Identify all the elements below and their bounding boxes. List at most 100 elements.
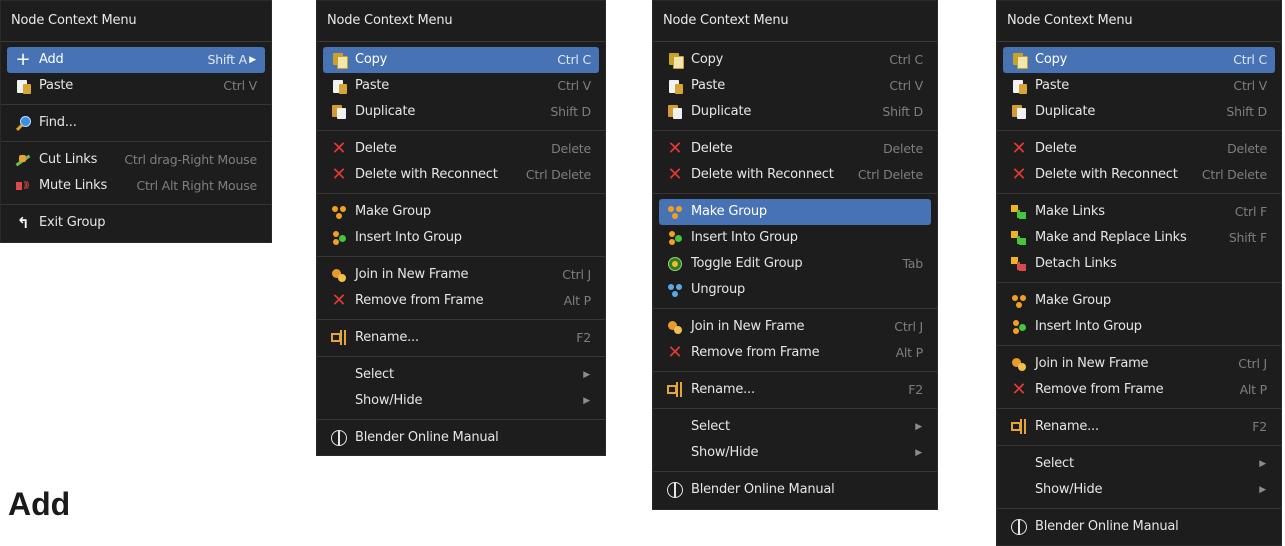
- cut-links-icon: [15, 152, 31, 168]
- menu-item-detach-links[interactable]: Detach Links: [1003, 251, 1275, 277]
- menu-item-paste[interactable]: Paste Ctrl V: [1003, 73, 1275, 99]
- menu-item-make-group[interactable]: Make Group: [659, 199, 931, 225]
- duplicate-icon: [667, 104, 683, 120]
- menu-item-make-links[interactable]: Make Links Ctrl F: [1003, 199, 1275, 225]
- menu-item-join-in-new-frame[interactable]: Join in New Frame Ctrl J: [659, 314, 931, 340]
- menu-item-label: Duplicate: [355, 104, 416, 119]
- menu-item-label: Rename...: [691, 382, 755, 397]
- menu-item-shortcut: Alt P: [895, 345, 924, 360]
- menu-separator: [317, 419, 605, 420]
- menu-item-delete-with-reconnect[interactable]: ✕ Delete with Reconnect Ctrl Delete: [659, 162, 931, 188]
- menu-item-join-in-new-frame[interactable]: Join in New Frame Ctrl J: [1003, 351, 1275, 377]
- manual-icon: [331, 430, 347, 446]
- menu-item-label: Paste: [691, 78, 726, 93]
- menu-item-blender-online-manual[interactable]: Blender Online Manual: [659, 477, 931, 503]
- menu-item-insert-into-group[interactable]: Insert Into Group: [323, 225, 599, 251]
- menu-separator: [653, 130, 937, 131]
- menu-separator: [317, 319, 605, 320]
- submenu-arrow-icon: ▶: [915, 448, 922, 458]
- menu-item-rename[interactable]: Rename... F2: [1003, 414, 1275, 440]
- menu-separator: [1, 141, 271, 142]
- menu-item-label: Join in New Frame: [355, 267, 469, 282]
- menu-item-remove-from-frame[interactable]: ✕ Remove from Frame Alt P: [659, 340, 931, 366]
- delete-icon: ✕: [331, 164, 347, 185]
- menu-item-delete[interactable]: ✕ Delete Delete: [1003, 136, 1275, 162]
- menu-item-make-group[interactable]: Make Group: [1003, 288, 1275, 314]
- menu-item-label: Duplicate: [691, 104, 752, 119]
- menu-item-join-in-new-frame[interactable]: Join in New Frame Ctrl J: [323, 262, 599, 288]
- menu-item-remove-from-frame[interactable]: ✕ Remove from Frame Alt P: [1003, 377, 1275, 403]
- ungroup-icon: [667, 282, 683, 298]
- menu-item-rename[interactable]: Rename... F2: [659, 377, 931, 403]
- menu-item-show-hide[interactable]: Show/Hide ▶: [1003, 477, 1275, 503]
- menu-item-shortcut: F2: [908, 382, 923, 397]
- menu-item-label: Insert Into Group: [1035, 319, 1142, 334]
- menu-item-label: Paste: [355, 78, 390, 93]
- menu-item-paste[interactable]: Paste Ctrl V: [323, 73, 599, 99]
- menu-item-find[interactable]: Find...: [7, 110, 265, 136]
- menu-item-shortcut: Shift A: [207, 52, 247, 67]
- menu-item-rename[interactable]: Rename... F2: [323, 325, 599, 351]
- menu-item-ungroup[interactable]: Ungroup: [659, 277, 931, 303]
- menu-item-label: Show/Hide: [355, 393, 423, 408]
- menu-item-label: Delete with Reconnect: [355, 167, 498, 182]
- menu-item-make-and-replace-links[interactable]: Make and Replace Links Shift F: [1003, 225, 1275, 251]
- menu-title: Node Context Menu: [997, 1, 1281, 42]
- menu-item-show-hide[interactable]: Show/Hide ▶: [323, 388, 599, 414]
- menu-item-delete[interactable]: ✕ Delete Delete: [323, 136, 599, 162]
- menu-item-duplicate[interactable]: Duplicate Shift D: [1003, 99, 1275, 125]
- menu-item-blender-online-manual[interactable]: Blender Online Manual: [323, 425, 599, 451]
- menu-item-copy[interactable]: Copy Ctrl C: [323, 47, 599, 73]
- make-links-icon: [1011, 230, 1027, 246]
- menu-separator: [997, 408, 1281, 409]
- submenu-arrow-icon: ▶: [249, 55, 256, 65]
- menu-title: Node Context Menu: [653, 1, 937, 42]
- menu-item-copy[interactable]: Copy Ctrl C: [1003, 47, 1275, 73]
- menu-item-label: Duplicate: [1035, 104, 1096, 119]
- menu-item-duplicate[interactable]: Duplicate Shift D: [323, 99, 599, 125]
- menu-item-insert-into-group[interactable]: Insert Into Group: [1003, 314, 1275, 340]
- delete-icon: ✕: [667, 138, 683, 159]
- menu-item-select[interactable]: Select ▶: [323, 362, 599, 388]
- menu-item-add[interactable]: + Add Shift A ▶: [7, 47, 265, 73]
- menu-item-make-group[interactable]: Make Group: [323, 199, 599, 225]
- menu-item-show-hide[interactable]: Show/Hide ▶: [659, 440, 931, 466]
- menu-item-paste[interactable]: Paste Ctrl V: [659, 73, 931, 99]
- duplicate-icon: [331, 104, 347, 120]
- menu-item-paste[interactable]: Paste Ctrl V: [7, 73, 265, 99]
- copy-icon: [1011, 52, 1028, 69]
- menu-item-label: Copy: [1035, 52, 1068, 67]
- menu-item-toggle-edit-group[interactable]: Toggle Edit Group Tab: [659, 251, 931, 277]
- menu-item-delete[interactable]: ✕ Delete Delete: [659, 136, 931, 162]
- paste-icon: [1011, 78, 1027, 94]
- menu-item-cut-links[interactable]: Cut Links Ctrl drag-Right Mouse: [7, 147, 265, 173]
- make-links-icon: [1011, 204, 1027, 220]
- menu-item-shortcut: Ctrl V: [557, 78, 591, 93]
- menu-item-remove-from-frame[interactable]: ✕ Remove from Frame Alt P: [323, 288, 599, 314]
- menu-item-label: Delete: [355, 141, 397, 156]
- menu-item-shortcut: Alt P: [1239, 382, 1268, 397]
- menu-item-shortcut: F2: [1252, 419, 1267, 434]
- menu-item-exit-group[interactable]: ↰ Exit Group: [7, 210, 265, 236]
- menu-item-shortcut: Ctrl J: [562, 267, 591, 282]
- rename-icon: [1011, 419, 1027, 435]
- delete-icon: ✕: [331, 138, 347, 159]
- menu-item-blender-online-manual[interactable]: Blender Online Manual: [1003, 514, 1275, 540]
- menu-item-copy[interactable]: Copy Ctrl C: [659, 47, 931, 73]
- menu-separator: [997, 508, 1281, 509]
- menu-item-delete-with-reconnect[interactable]: ✕ Delete with Reconnect Ctrl Delete: [323, 162, 599, 188]
- menu-item-select[interactable]: Select ▶: [1003, 451, 1275, 477]
- menu-item-label: Join in New Frame: [691, 319, 805, 334]
- menu-item-label: Select: [1035, 456, 1074, 471]
- menu-item-label: Rename...: [1035, 419, 1099, 434]
- menu-item-label: Rename...: [355, 330, 419, 345]
- menu-separator: [653, 471, 937, 472]
- menu-item-label: Show/Hide: [1035, 482, 1103, 497]
- menu-item-select[interactable]: Select ▶: [659, 414, 931, 440]
- menu-item-label: Insert Into Group: [355, 230, 462, 245]
- menu-item-mute-links[interactable]: Mute Links Ctrl Alt Right Mouse: [7, 173, 265, 199]
- manual-icon: [1011, 519, 1027, 535]
- menu-item-duplicate[interactable]: Duplicate Shift D: [659, 99, 931, 125]
- menu-item-insert-into-group[interactable]: Insert Into Group: [659, 225, 931, 251]
- menu-item-delete-with-reconnect[interactable]: ✕ Delete with Reconnect Ctrl Delete: [1003, 162, 1275, 188]
